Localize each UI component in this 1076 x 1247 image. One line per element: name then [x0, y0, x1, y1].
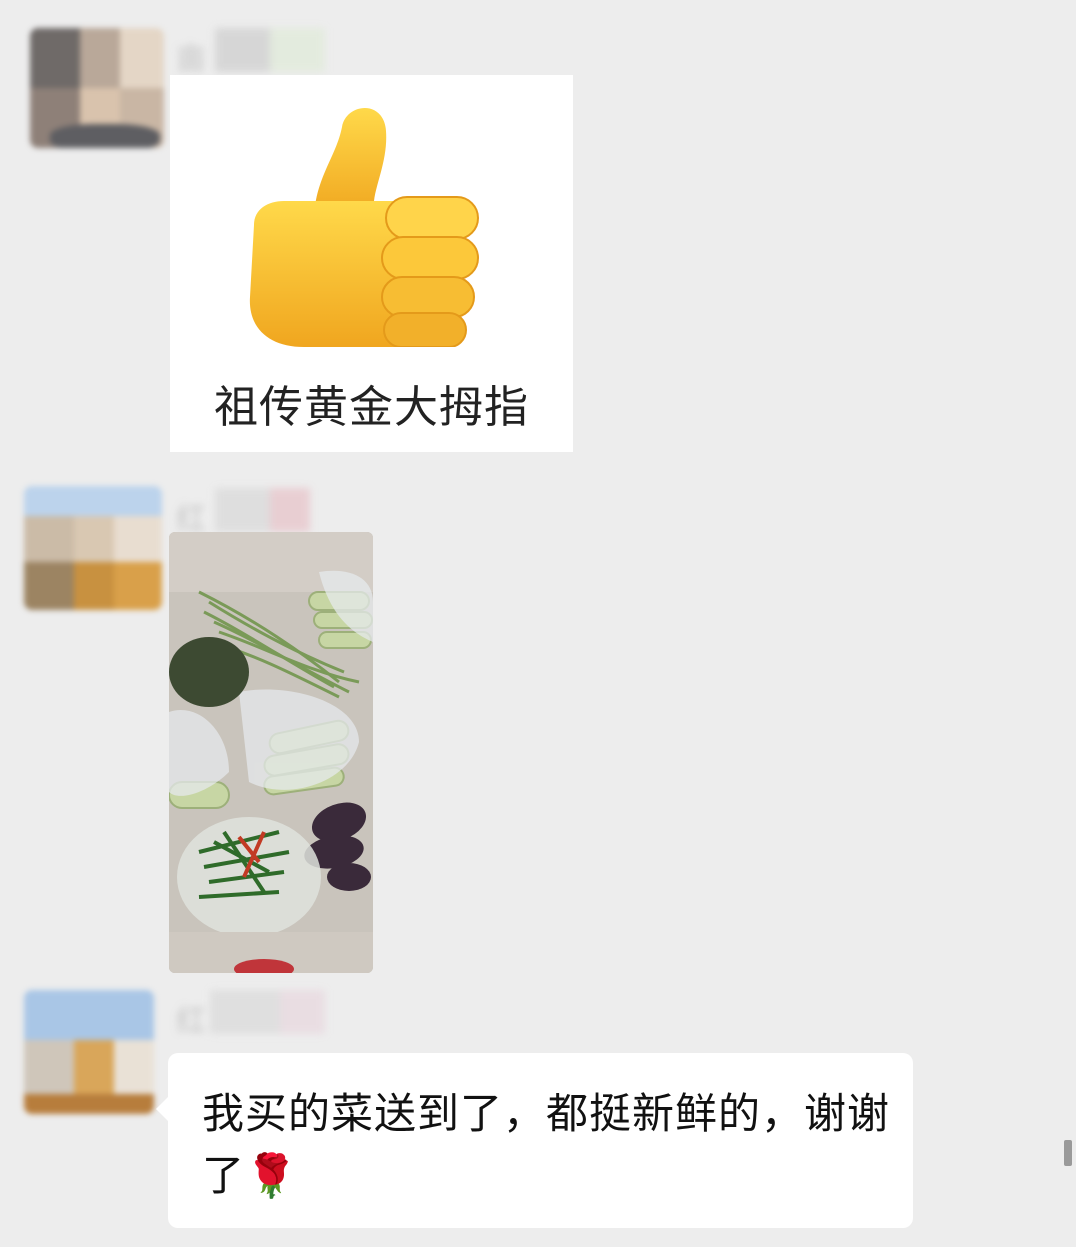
- message-3: 红 我买的菜送到了，都挺新鲜的，谢谢了🌹: [0, 0, 1076, 1247]
- rose-emoji: 🌹: [245, 1151, 299, 1200]
- sender-name: 红: [170, 990, 325, 1039]
- message-bubble[interactable]: 我买的菜送到了，都挺新鲜的，谢谢了🌹: [156, 1053, 913, 1228]
- message-text: 我买的菜送到了，都挺新鲜的，谢谢了🌹: [202, 1089, 891, 1200]
- avatar[interactable]: [24, 990, 154, 1114]
- scrollbar[interactable]: [1064, 1140, 1072, 1166]
